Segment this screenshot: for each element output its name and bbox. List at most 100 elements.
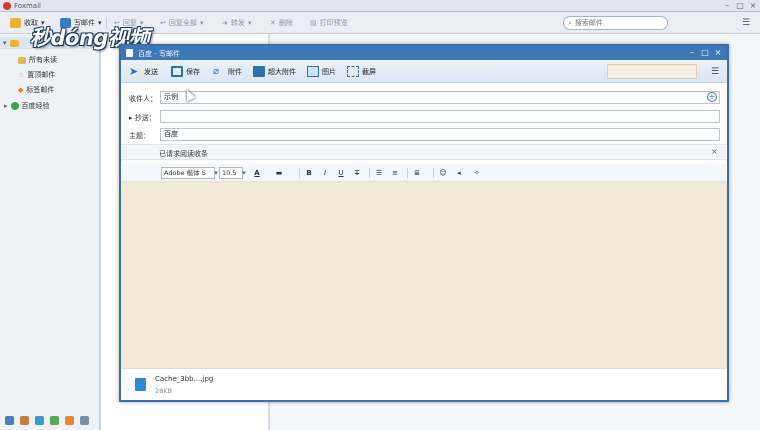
sidebar-item-unread[interactable]: 所有未读: [18, 54, 57, 66]
foxmail-logo-icon: [3, 2, 11, 10]
expand-arrow-icon: ▾: [3, 39, 7, 47]
delete-label: 删除: [278, 19, 293, 27]
italic-icon[interactable]: I: [319, 167, 331, 179]
sidebar-item-pinned[interactable]: ☆ 置顶邮件: [18, 69, 55, 81]
sidebar-item-label: 所有未读: [29, 56, 57, 64]
send-label: 发送: [144, 67, 158, 76]
chevron-down-icon: ▾: [247, 19, 252, 27]
eraser-icon[interactable]: ◂: [453, 167, 465, 179]
screenshot-icon: [347, 66, 359, 77]
attachment-name[interactable]: Cache_3bb....jpg: [155, 375, 213, 383]
send-button[interactable]: ➤ 发送: [129, 65, 158, 78]
sidebar-bottom-bar: [0, 410, 100, 430]
account-icon: [10, 102, 19, 110]
contacts-icon[interactable]: [20, 415, 29, 425]
delete-button[interactable]: ✕ 删除: [270, 16, 293, 30]
calendar-icon[interactable]: [35, 415, 44, 425]
toolbar-divider: [299, 168, 300, 178]
close-icon[interactable]: ×: [713, 47, 723, 59]
subject-field[interactable]: 百度: [160, 128, 720, 141]
strikethrough-icon[interactable]: T: [351, 167, 363, 179]
reply-all-button[interactable]: ↩ 回复全部 ▾: [160, 16, 203, 30]
font-color-icon[interactable]: A: [251, 167, 263, 179]
reply-all-label: 回复全部: [168, 19, 197, 27]
search-icon: ⌕: [568, 18, 572, 27]
compose-window: 百度 - 写邮件 – □ × ➤ 发送 保存 ⌀ 附件 超大附件 图片 截屏 ☰…: [119, 44, 729, 402]
align-icon[interactable]: ≣: [411, 167, 423, 179]
chevron-down-icon: ▾: [199, 19, 204, 27]
highlight-color-icon[interactable]: ▬: [273, 167, 285, 179]
magic-wand-icon[interactable]: ✧: [471, 167, 483, 179]
folder-icon: [18, 56, 26, 64]
rss-icon[interactable]: [65, 415, 74, 425]
chevron-down-icon[interactable]: ▾: [238, 167, 250, 179]
document-icon: [126, 49, 133, 57]
forward-icon: ➜: [222, 19, 228, 27]
search-input[interactable]: [574, 19, 655, 27]
font-family-select[interactable]: Adobe 楷体 S: [161, 167, 215, 179]
forward-label: 转发: [230, 19, 245, 27]
subject-label: 主题：: [129, 132, 150, 140]
message-body-editor[interactable]: [121, 182, 727, 368]
image-icon: [307, 66, 319, 77]
toolbar-divider: [369, 168, 370, 178]
stationery-strip[interactable]: [607, 64, 697, 79]
sidebar-item-baidu[interactable]: ▸ 百度经验: [4, 100, 50, 112]
expand-arrow-icon: ▸: [4, 102, 8, 110]
delete-icon: ✕: [270, 19, 276, 27]
image-file-icon: [135, 378, 146, 391]
cc-label-text: 抄送：: [134, 114, 156, 122]
minimize-icon[interactable]: –: [687, 47, 697, 59]
close-notice-icon[interactable]: ×: [711, 147, 718, 156]
super-attach-button[interactable]: 超大附件: [253, 65, 296, 78]
save-button[interactable]: 保存: [171, 65, 200, 78]
large-attachment-icon: [253, 66, 265, 77]
sidebar: ▾ 所有未读 ☆ 置顶邮件 ◆ 标签邮件 ▸ 百度经验: [0, 34, 100, 430]
folder-icon: [9, 39, 19, 47]
minimize-icon[interactable]: –: [722, 1, 732, 11]
app-titlebar: Foxmail – □ ×: [0, 0, 760, 12]
to-label: 收件人：: [129, 95, 157, 103]
notes-icon[interactable]: [50, 415, 59, 425]
apps-icon[interactable]: [80, 415, 89, 425]
read-receipt-notice: 已请求阅读收条 ×: [121, 144, 727, 160]
maximize-icon[interactable]: □: [735, 1, 745, 11]
save-label: 保存: [186, 67, 200, 76]
compose-titlebar: 百度 - 写邮件 – □ ×: [121, 46, 727, 60]
app-title: Foxmail: [14, 2, 41, 10]
sidebar-item-tagged[interactable]: ◆ 标签邮件: [18, 84, 54, 96]
attach-button[interactable]: ⌀ 附件: [213, 65, 242, 78]
save-icon: [171, 66, 183, 77]
maximize-icon[interactable]: □: [700, 47, 710, 59]
attach-label: 附件: [228, 67, 242, 76]
search-box[interactable]: ⌕: [563, 16, 668, 30]
image-label: 图片: [322, 67, 336, 76]
compose-title: 百度 - 写邮件: [138, 50, 180, 58]
format-toolbar: Adobe 楷体 S ▾ 10.5 ▾ A ▬ B I U T ☰ ≡ ≣ ☺ …: [121, 164, 727, 182]
toolbar-divider: [407, 168, 408, 178]
main-menu-icon[interactable]: ☰: [740, 17, 752, 29]
numbered-list-icon[interactable]: ≡: [389, 167, 401, 179]
attachment-area: Cache_3bb....jpg 28KB: [121, 368, 727, 400]
bold-icon[interactable]: B: [303, 167, 315, 179]
close-icon[interactable]: ×: [748, 1, 758, 11]
print-preview-button[interactable]: ▤ 打印预览: [310, 16, 348, 30]
screenshot-button[interactable]: 截屏: [347, 65, 376, 78]
cc-field[interactable]: [160, 110, 720, 123]
underline-icon[interactable]: U: [335, 167, 347, 179]
read-receipt-text: 已请求阅读收条: [159, 150, 208, 158]
mail-icon[interactable]: [5, 415, 14, 425]
emoji-icon[interactable]: ☺: [437, 167, 449, 179]
tag-icon: ◆: [18, 86, 24, 94]
compose-menu-icon[interactable]: ☰: [709, 66, 721, 78]
sidebar-item-label: 标签邮件: [26, 86, 55, 94]
compose-toolbar: ➤ 发送 保存 ⌀ 附件 超大附件 图片 截屏 ☰: [121, 60, 727, 83]
reply-all-icon: ↩: [160, 19, 166, 27]
forward-button[interactable]: ➜ 转发 ▾: [222, 16, 251, 30]
image-button[interactable]: 图片: [307, 65, 336, 78]
add-recipient-icon[interactable]: +: [707, 92, 717, 102]
toolbar-divider: [433, 168, 434, 178]
to-field[interactable]: 示例: [160, 91, 720, 104]
bullet-list-icon[interactable]: ☰: [373, 167, 385, 179]
star-icon: ☆: [18, 71, 25, 79]
